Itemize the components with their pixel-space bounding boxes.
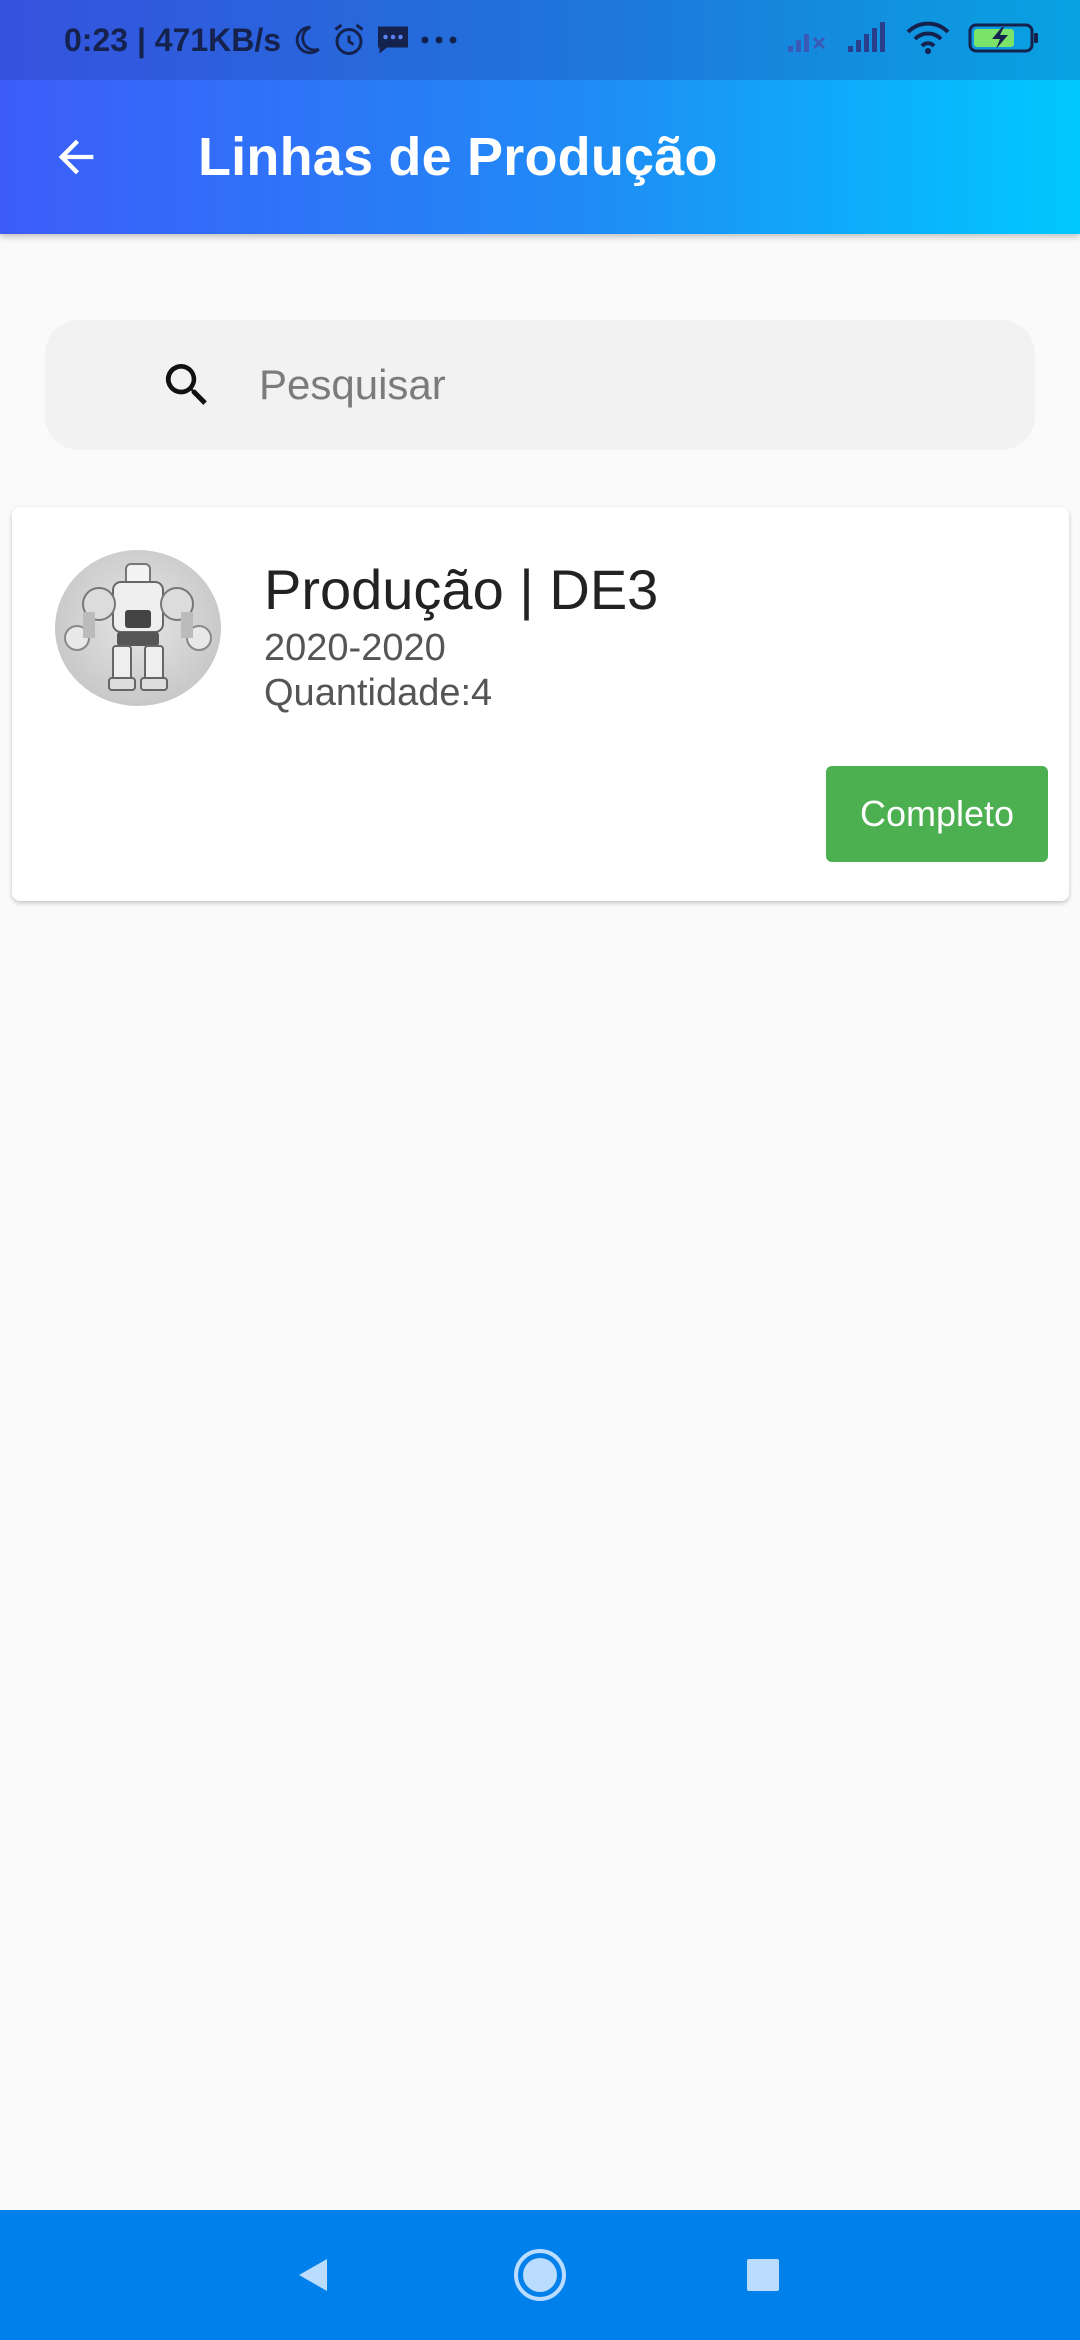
- app-bar: Linhas de Produção: [0, 80, 1080, 234]
- status-time-speed: 0:23 | 471KB/s: [64, 21, 282, 58]
- more-dots-icon: [419, 34, 459, 46]
- alarm-icon: [331, 22, 367, 58]
- page-title: Linhas de Produção: [198, 127, 718, 187]
- nav-home-button[interactable]: [495, 2230, 585, 2320]
- list-item[interactable]: Produção | DE3 2020-2020 Quantidade:4 Co…: [12, 507, 1069, 901]
- nav-recents-button[interactable]: [718, 2230, 808, 2320]
- item-title: Produção | DE3: [264, 558, 659, 621]
- top-header: 0:23 | 471KB/s Linhas de Produção: [0, 0, 1080, 234]
- signal-icon: [846, 21, 888, 59]
- status-right: [786, 21, 1040, 60]
- system-nav-bar: [0, 2210, 1080, 2340]
- search-input[interactable]: [257, 345, 957, 425]
- status-left: 0:23 | 471KB/s: [64, 22, 459, 59]
- back-triangle-icon: [299, 2259, 327, 2291]
- battery-charging-icon: [968, 21, 1040, 60]
- status-complete-button[interactable]: Completo: [826, 766, 1048, 862]
- item-quantity: Quantidade:4: [264, 672, 493, 714]
- moon-icon: [289, 23, 323, 57]
- search-icon: [157, 355, 217, 415]
- nav-back-button[interactable]: [268, 2230, 358, 2320]
- signal-off-icon: [786, 22, 828, 59]
- search-bar[interactable]: [45, 320, 1035, 450]
- message-icon: [375, 23, 411, 57]
- recents-square-icon: [747, 2259, 779, 2291]
- item-years: 2020-2020: [264, 627, 446, 669]
- robot-icon: [55, 550, 221, 706]
- wifi-icon: [906, 21, 950, 60]
- arrow-left-icon: [58, 139, 94, 175]
- status-bar: 0:23 | 471KB/s: [0, 0, 1080, 80]
- home-circle-icon: [514, 2249, 566, 2301]
- back-button[interactable]: [36, 117, 116, 197]
